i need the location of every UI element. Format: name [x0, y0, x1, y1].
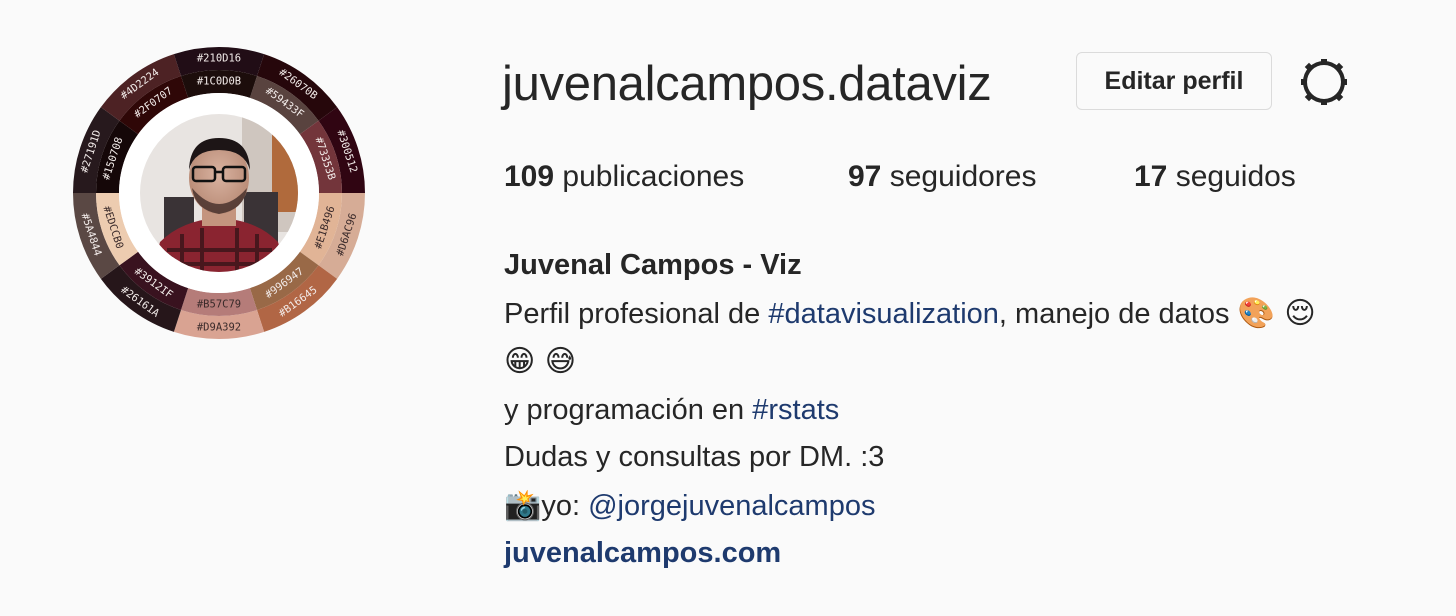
mention-link[interactable]: @jorgejuvenalcampos	[588, 490, 875, 522]
camera-flash-emoji: 📸	[504, 487, 542, 523]
bio-text: , manejo de datos	[998, 297, 1238, 330]
inner-ring-swatch-label: #1C0D0B	[197, 76, 241, 88]
followers-stat[interactable]: 97 seguidores	[848, 160, 1036, 194]
bio-line-4: Dudas y consultas por DM. :3	[504, 441, 885, 473]
hashtag-datavisualization-link[interactable]: #datavisualization	[768, 298, 999, 330]
bio-text: y programación en	[504, 393, 753, 426]
bio-text: Perfil profesional de	[504, 297, 769, 330]
bio-line-5: 📸yo: @jorgejuvenalcampos	[504, 482, 1434, 531]
outer-ring-swatch-label: #210D16	[197, 53, 241, 65]
hashtag-rstats-link[interactable]: #rstats	[752, 394, 839, 426]
profile-stats: 109 publicaciones 97 seguidores 17 segui…	[504, 160, 1404, 204]
palette-relieved-emoji: 🎨 😌	[1237, 295, 1316, 331]
following-label: seguidos	[1175, 160, 1296, 193]
profile-avatar[interactable]: #26070B #300512 #D6AC96 #B16645 #D9A392 #2616…	[72, 42, 366, 344]
inner-ring-swatch-label: #B57C79	[197, 299, 241, 311]
posts-label: publicaciones	[562, 160, 745, 193]
following-count: 17	[1134, 160, 1168, 193]
website-link[interactable]: juvenalcampos.com	[504, 530, 1434, 578]
bio-line-2: 😁 😅	[504, 338, 1434, 387]
bio-line-3: y programación en #rstats	[504, 387, 1434, 435]
profile-username: juvenalcampos.dataviz	[502, 57, 992, 111]
profile-bio: Juvenal Campos - Viz Perfil profesional …	[504, 242, 1434, 578]
bio-full-name: Juvenal Campos - Viz	[504, 249, 802, 281]
followers-label: seguidores	[889, 160, 1037, 193]
posts-count: 109	[504, 160, 555, 193]
bio-text: yo:	[541, 489, 589, 522]
following-stat[interactable]: 17 seguidos	[1134, 160, 1296, 194]
avatar-color-wheel[interactable]: #26070B#300512#D6AC96#B16645#D9A392#2616…	[72, 42, 366, 344]
grinning-sweat-emoji: 😁 😅	[504, 344, 577, 379]
gear-icon[interactable]	[1298, 56, 1350, 108]
outer-ring-swatch-label: #D9A392	[197, 322, 241, 334]
posts-stat: 109 publicaciones	[504, 160, 744, 194]
followers-count: 97	[848, 160, 882, 193]
bio-line-1: Perfil profesional de #datavisualization…	[504, 290, 1434, 339]
edit-profile-button[interactable]: Editar perfil	[1076, 52, 1272, 110]
